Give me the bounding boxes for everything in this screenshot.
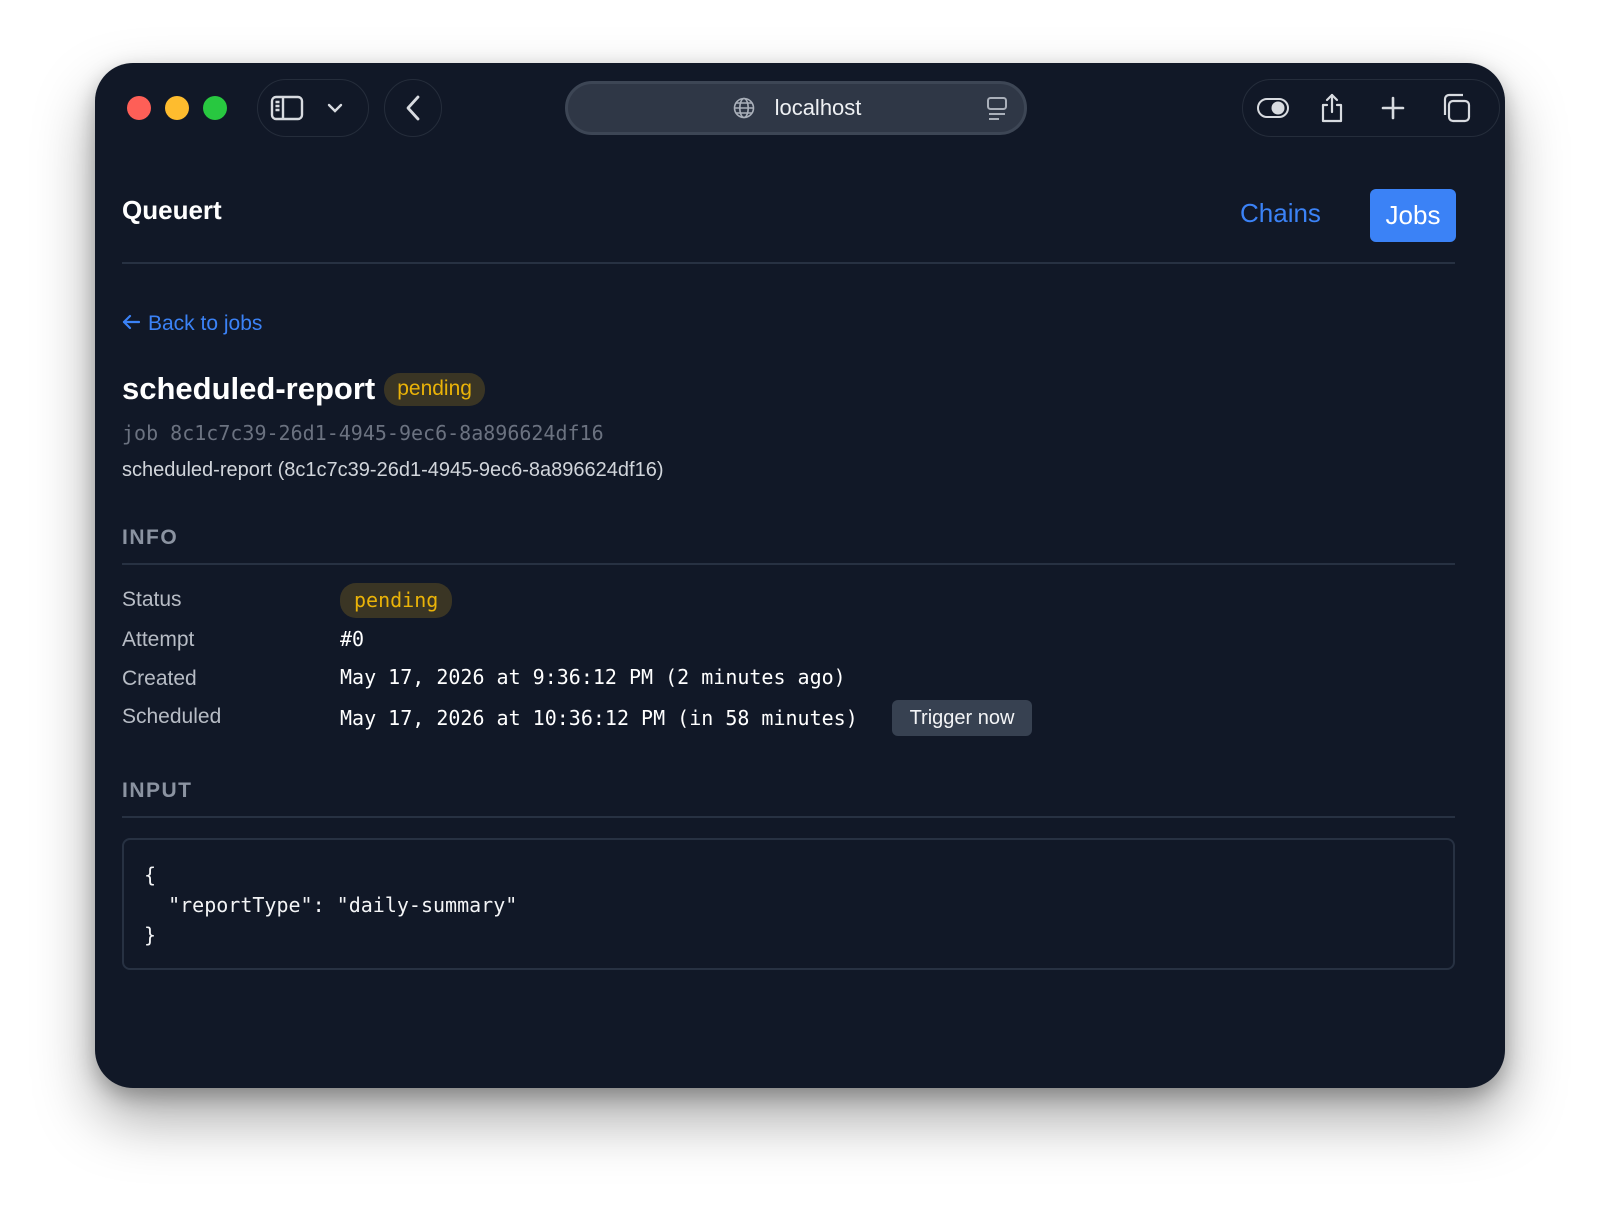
- input-code-block: { "reportType": "daily-summary" }: [122, 838, 1455, 970]
- globe-icon: [733, 97, 755, 124]
- scheduled-value: May 17, 2026 at 10:36:12 PM (in 58 minut…: [340, 706, 858, 730]
- job-description: scheduled-report (8c1c7c39-26d1-4945-9ec…: [122, 459, 664, 481]
- tabs-overview-icon[interactable]: [1441, 93, 1471, 123]
- attempt-label: Attempt: [122, 628, 195, 651]
- status-value-badge: pending: [340, 583, 453, 618]
- back-to-jobs-link[interactable]: Back to jobs: [122, 312, 262, 336]
- trigger-now-button[interactable]: Trigger now: [892, 700, 1032, 736]
- address-bar[interactable]: localhost: [565, 81, 1027, 135]
- arrow-left-icon: [122, 312, 141, 336]
- header-divider: [122, 262, 1455, 264]
- browser-window: localhost Queuert Chains Jobs Back to jo…: [95, 63, 1505, 1088]
- sidebar-control: [257, 79, 369, 137]
- job-id: job 8c1c7c39-26d1-4945-9ec6-8a896624df16: [122, 421, 604, 445]
- chevron-down-icon[interactable]: [326, 102, 344, 114]
- close-window-button[interactable]: [127, 96, 151, 120]
- back-button[interactable]: [384, 79, 442, 137]
- job-type-title: scheduled-report: [122, 371, 376, 406]
- url-text[interactable]: localhost: [775, 95, 862, 121]
- browser-toolbar: localhost: [95, 63, 1505, 153]
- share-icon[interactable]: [1319, 92, 1345, 124]
- created-label: Created: [122, 667, 197, 690]
- nav-chains-link[interactable]: Chains: [1240, 198, 1321, 229]
- created-value: May 17, 2026 at 9:36:12 PM (2 minutes ag…: [340, 665, 846, 689]
- toggle-icon[interactable]: [1257, 98, 1289, 118]
- attempt-value: #0: [340, 627, 365, 651]
- minimize-window-button[interactable]: [165, 96, 189, 120]
- input-divider: [122, 816, 1455, 818]
- job-title-row: scheduled-report pending: [122, 371, 485, 407]
- app-title[interactable]: Queuert: [122, 195, 222, 226]
- toolbar-actions: [1242, 79, 1500, 137]
- status-label: Status: [122, 588, 182, 611]
- sidebar-icon[interactable]: [270, 95, 304, 121]
- maximize-window-button[interactable]: [203, 96, 227, 120]
- back-to-jobs-label: Back to jobs: [148, 312, 263, 335]
- input-json: { "reportType": "daily-summary" }: [144, 863, 518, 947]
- reader-icon[interactable]: [986, 96, 1008, 127]
- input-heading: INPUT: [122, 779, 193, 802]
- nav-jobs-button[interactable]: Jobs: [1370, 189, 1456, 242]
- scheduled-label: Scheduled: [122, 705, 222, 728]
- info-heading: INFO: [122, 526, 179, 549]
- chevron-left-icon: [405, 94, 421, 122]
- info-divider: [122, 563, 1455, 565]
- status-badge: pending: [384, 372, 485, 406]
- plus-icon[interactable]: [1381, 96, 1405, 120]
